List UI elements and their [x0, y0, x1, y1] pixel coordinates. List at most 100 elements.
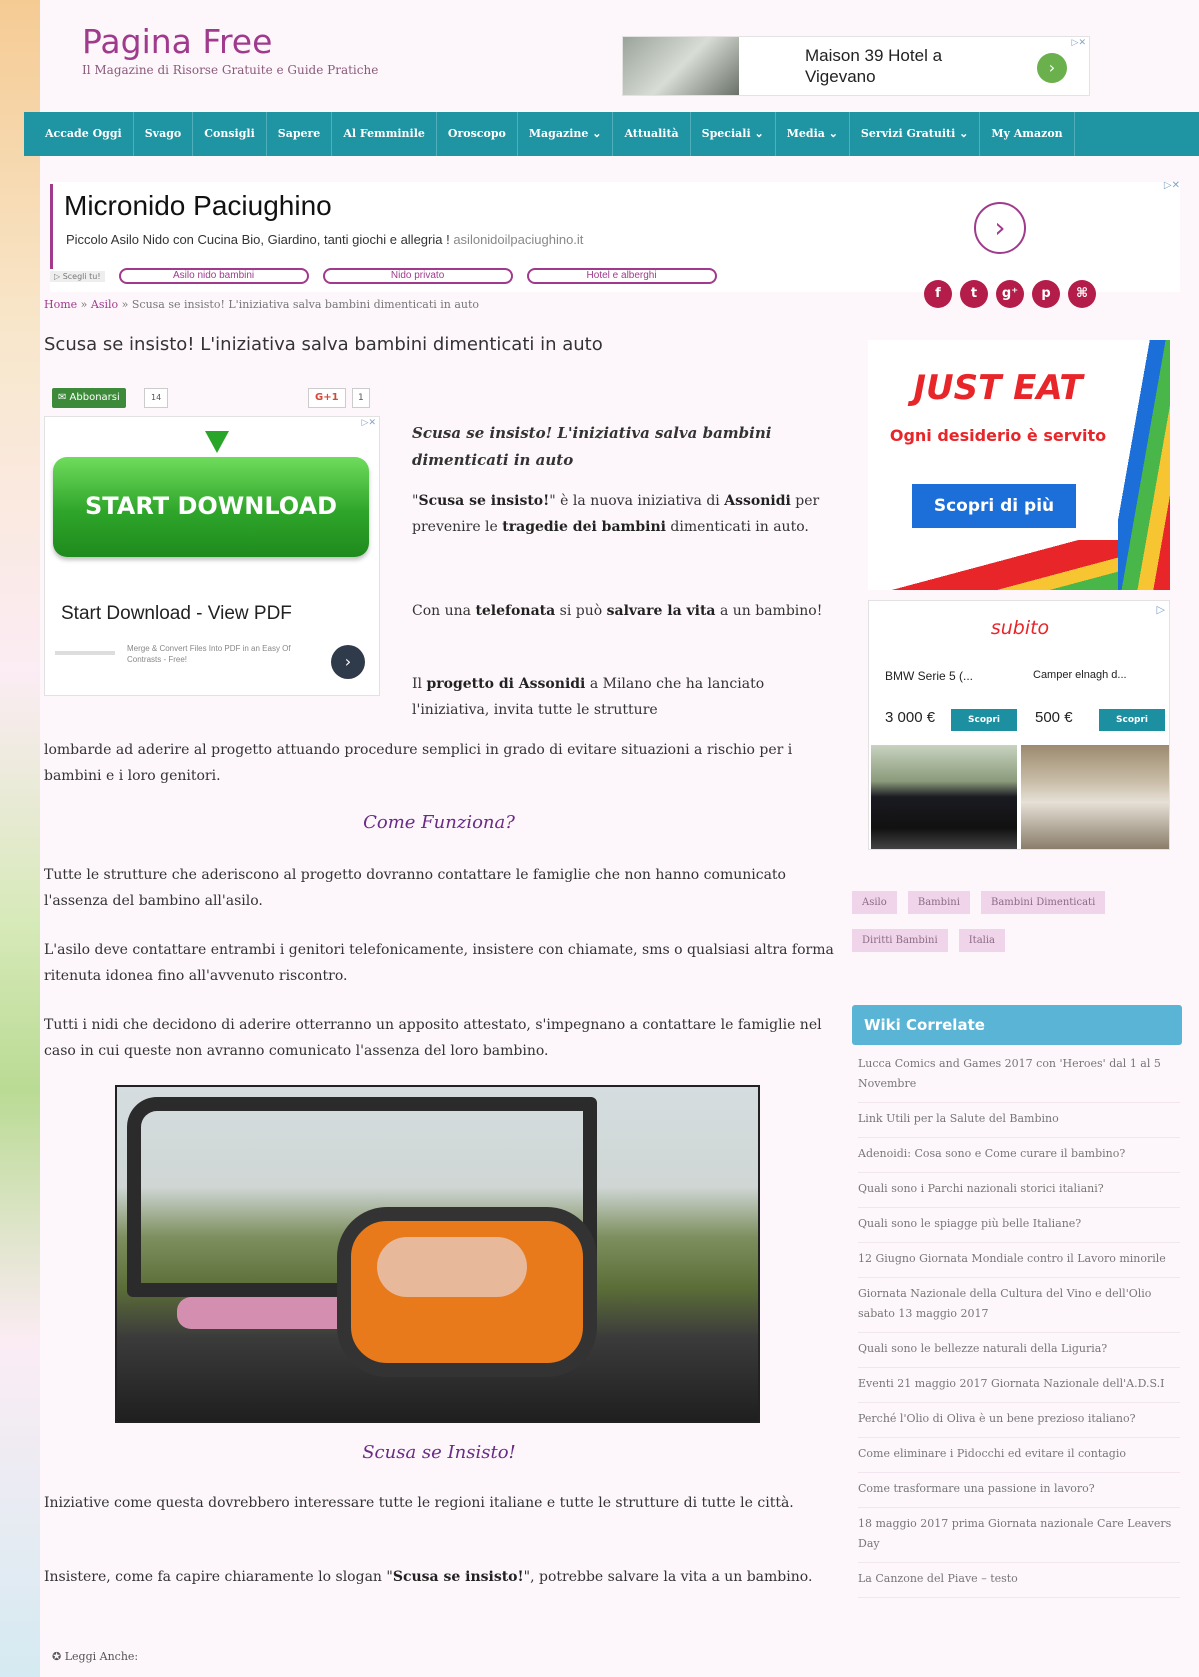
start-download-button[interactable]: START DOWNLOAD — [53, 457, 369, 557]
tag[interactable]: Italia — [958, 929, 1006, 952]
listing-title[interactable]: BMW Serie 5 (... — [885, 669, 973, 683]
listing-image-camper[interactable] — [1021, 745, 1169, 849]
nav-item[interactable]: Media ⌄ — [776, 112, 850, 156]
wiki-link[interactable]: 18 maggio 2017 prima Giornata nazionale … — [858, 1514, 1180, 1563]
site-logo[interactable]: Pagina Free Il Magazine di Risorse Gratu… — [82, 22, 378, 77]
text-ad-micronido[interactable]: Micronido Paciughino Piccolo Asilo Nido … — [50, 180, 1180, 292]
ad-arrow-icon[interactable]: › — [1037, 53, 1067, 83]
article-paragraph: Iniziative come questa dovrebbero intere… — [44, 1495, 794, 1511]
article-paragraph: Il progetto di Assonidi a Milano che ha … — [412, 671, 832, 723]
pinterest-icon[interactable]: p — [1032, 280, 1060, 308]
nav-item[interactable]: Svago — [134, 112, 194, 156]
ad-logo — [55, 651, 115, 655]
rss-icon[interactable]: ⌘ — [1068, 280, 1096, 308]
nav-item[interactable]: Speciali ⌄ — [691, 112, 776, 156]
subscribe-button[interactable]: ✉ Abbonarsi — [52, 388, 126, 408]
ad-keyword-pill[interactable]: Nido privato — [322, 268, 513, 284]
listing-title[interactable]: Camper elnagh d... — [1033, 669, 1127, 681]
wiki-link[interactable]: Giornata Nazionale della Cultura del Vin… — [858, 1284, 1180, 1333]
nav-item[interactable]: Al Femminile — [332, 112, 437, 156]
wiki-link[interactable]: Come eliminare i Pidocchi ed evitare il … — [858, 1444, 1180, 1473]
nav-item[interactable]: Accade Oggi — [34, 112, 134, 156]
text: Il — [412, 676, 427, 692]
breadcrumb-home[interactable]: Home — [44, 298, 77, 311]
discover-more-button[interactable]: Scopri di più — [912, 484, 1076, 528]
section-heading: Come Funziona? — [363, 812, 515, 833]
ad-title[interactable]: Start Download - View PDF — [61, 603, 292, 625]
article-paragraph: Insistere, come fa capire chiaramente lo… — [44, 1564, 834, 1590]
tag-cloud: Asilo Bambini Bambini Dimenticati Diritt… — [852, 890, 1172, 966]
adchoices-icon[interactable]: ▷ — [1157, 603, 1165, 616]
nav-item[interactable]: Attualità — [613, 112, 691, 156]
section-heading: Scusa se Insisto! — [362, 1442, 516, 1463]
subito-ad[interactable]: ▷ subito BMW Serie 5 (... Camper elnagh … — [868, 600, 1170, 850]
discover-button[interactable]: Scopri — [1099, 709, 1165, 731]
wiki-link[interactable]: Quali sono le bellezze naturali della Li… — [858, 1339, 1180, 1368]
nav-item[interactable]: Consigli — [193, 112, 267, 156]
tag[interactable]: Diritti Bambini — [852, 929, 948, 952]
top-banner-ad[interactable]: Maison 39 Hotel a Vigevano › ▷✕ — [622, 36, 1090, 96]
nav-item[interactable]: Magazine ⌄ — [518, 112, 614, 156]
text-bold: Scusa se insisto! — [392, 1569, 524, 1585]
wiki-link[interactable]: Quali sono i Parchi nazionali storici it… — [858, 1179, 1180, 1208]
google-plus-count: 1 — [352, 388, 370, 408]
down-arrow-icon — [205, 431, 229, 453]
wiki-link[interactable]: La Canzone del Piave – testo — [858, 1569, 1180, 1598]
facebook-icon[interactable]: f — [924, 280, 952, 308]
breadcrumb-category[interactable]: Asilo — [91, 298, 118, 311]
wiki-header: Wiki Correlate — [852, 1005, 1182, 1045]
ad-description[interactable]: Piccolo Asilo Nido con Cucina Bio, Giard… — [66, 232, 583, 247]
wiki-link[interactable]: Come trasformare una passione in lavoro? — [858, 1479, 1180, 1508]
listing-price: 500 € — [1035, 709, 1073, 726]
adchoices-icon[interactable]: ▷✕ — [1164, 180, 1180, 191]
ad-hotel-image[interactable] — [623, 37, 739, 95]
adchoices-icon[interactable]: ▷✕ — [362, 418, 376, 428]
ad-accent-bar — [50, 184, 53, 269]
nav-item[interactable]: Sapere — [267, 112, 333, 156]
ad-choose-label: ▷ Scegli tu! — [50, 270, 105, 282]
text: Insistere, come fa capire chiaramente lo… — [44, 1569, 393, 1585]
social-icons: f t g⁺ p ⌘ — [924, 280, 1096, 308]
wiki-link[interactable]: 12 Giugno Giornata Mondiale contro il La… — [858, 1249, 1180, 1278]
wiki-list: Lucca Comics and Games 2017 con 'Heroes'… — [858, 1054, 1180, 1604]
article-paragraph: L'asilo deve contattare entrambi i genit… — [44, 942, 834, 984]
wiki-link[interactable]: Adenoidi: Cosa sono e Come curare il bam… — [858, 1144, 1180, 1173]
ad-go-icon[interactable]: › — [974, 202, 1026, 254]
text: si può — [555, 603, 607, 619]
just-eat-logo[interactable]: JUST EAT — [868, 368, 1128, 408]
ad-keyword-pill[interactable]: Asilo nido bambini — [118, 268, 309, 284]
logo-title[interactable]: Pagina Free — [82, 22, 378, 61]
nav-item[interactable]: My Amazon — [980, 112, 1075, 156]
listing-image-car[interactable] — [871, 745, 1017, 849]
ad-title[interactable]: Micronido Paciughino — [64, 190, 332, 222]
tag[interactable]: Asilo — [852, 891, 897, 914]
text-bold: Assonidi — [724, 493, 791, 509]
subito-logo[interactable]: subito — [869, 617, 1171, 639]
wiki-link[interactable]: Perché l'Olio di Oliva è un bene prezios… — [858, 1409, 1180, 1438]
just-eat-ad[interactable]: JUST EAT Ogni desiderio è servito Scopri… — [868, 340, 1170, 590]
google-plus-button[interactable]: G+1 — [308, 388, 346, 408]
ad-domain[interactable]: asilonidoilpaciughino.it — [453, 232, 583, 247]
tag[interactable]: Bambini Dimenticati — [981, 891, 1106, 914]
article-lead: Scusa se insisto! L'iniziativa salva bam… — [412, 424, 772, 469]
ad-go-icon[interactable]: › — [331, 645, 365, 679]
tag[interactable]: Bambini — [907, 891, 970, 914]
text-bold: progetto di Assonidi — [426, 676, 586, 692]
ad-text[interactable]: Maison 39 Hotel a Vigevano — [805, 45, 1005, 87]
download-ad[interactable]: ▷✕ START DOWNLOAD Start Download - View … — [44, 416, 380, 696]
logo-subtitle: Il Magazine di Risorse Gratuite e Guide … — [82, 63, 379, 77]
nav-item[interactable]: Oroscopo — [437, 112, 518, 156]
wiki-link[interactable]: Eventi 21 maggio 2017 Giornata Nazionale… — [858, 1374, 1180, 1403]
listing-price: 3 000 € — [885, 709, 936, 726]
wiki-link[interactable]: Lucca Comics and Games 2017 con 'Heroes'… — [858, 1054, 1180, 1103]
ad-keyword-pill[interactable]: Hotel e alberghi — [526, 268, 717, 284]
twitter-icon[interactable]: t — [960, 280, 988, 308]
wiki-link[interactable]: Quali sono le spiagge più belle Italiane… — [858, 1214, 1180, 1243]
google-plus-icon[interactable]: g⁺ — [996, 280, 1024, 308]
discover-button[interactable]: Scopri — [951, 709, 1017, 731]
text-bold: tragedie dei bambini — [502, 519, 666, 535]
wiki-link[interactable]: Link Utili per la Salute del Bambino — [858, 1109, 1180, 1138]
adchoices-icon[interactable]: ▷✕ — [1072, 38, 1086, 48]
nav-item[interactable]: Servizi Gratuiti ⌄ — [850, 112, 981, 156]
baby — [377, 1237, 527, 1297]
